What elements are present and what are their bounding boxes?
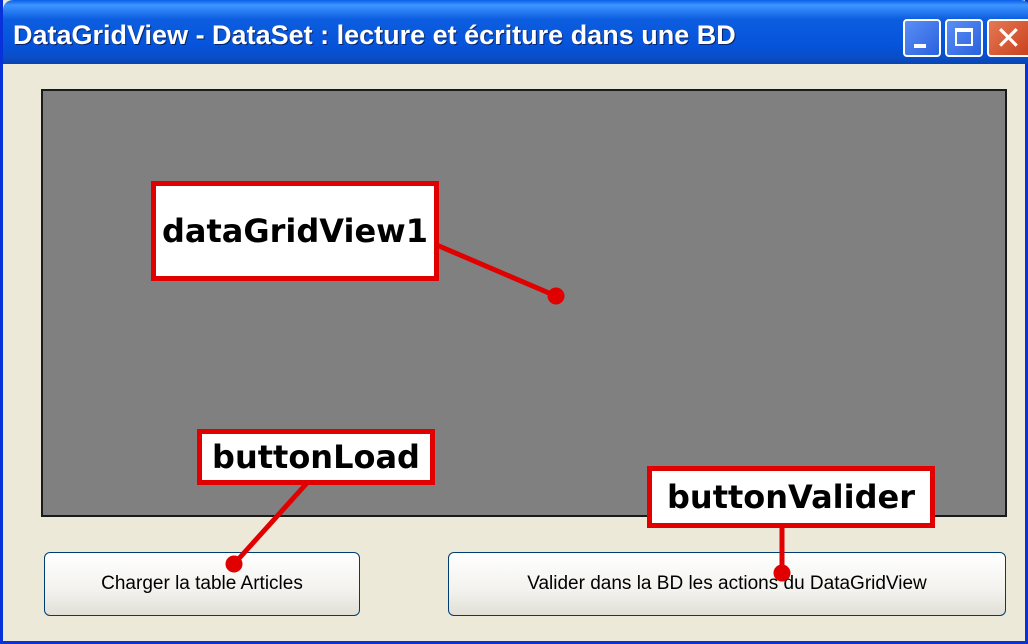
callout-datagridview: dataGridView1 [151,181,439,281]
callout-buttonvalider: buttonValider [647,466,935,528]
load-leader-dot [225,555,243,573]
callout-buttonload: buttonLoad [197,429,435,485]
load-leader-line [231,480,310,567]
grid-leader-dot [547,287,565,305]
app-window: DataGridView - DataSet : lecture et écri… [0,0,1028,644]
callout-leader-lines [225,243,791,582]
grid-leader-line [436,243,559,299]
valider-leader-dot [773,564,791,582]
